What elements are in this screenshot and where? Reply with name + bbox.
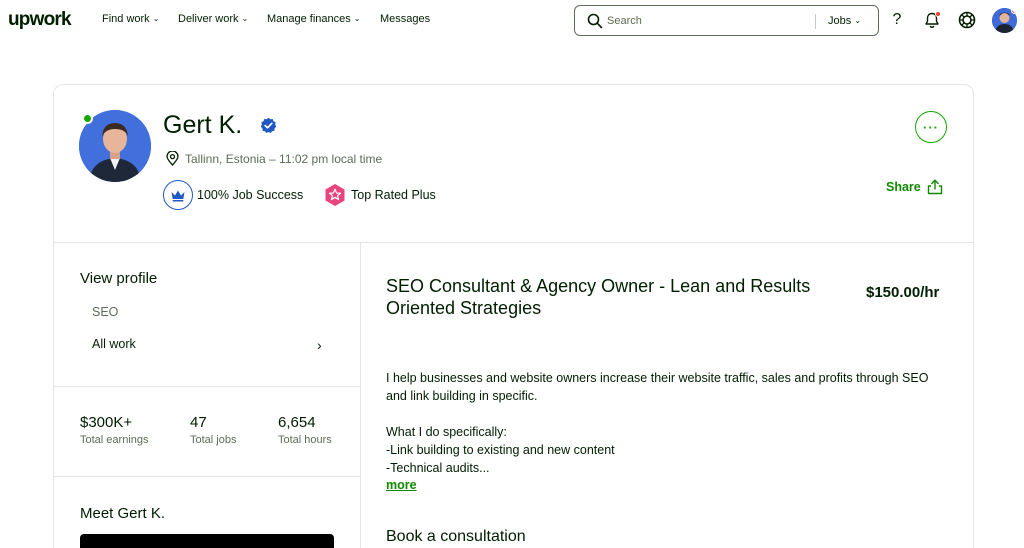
description-line bbox=[386, 405, 951, 423]
user-avatar[interactable] bbox=[992, 8, 1017, 33]
stat-total-jobs: 47 Total jobs bbox=[190, 414, 236, 446]
stat-value: $300K+ bbox=[80, 414, 133, 431]
stat-label: Total earnings bbox=[80, 434, 149, 446]
nav-manage-finances[interactable]: Manage finances ⌄ bbox=[267, 13, 360, 25]
nav-messages[interactable]: Messages bbox=[380, 13, 430, 25]
nav-manage-finances-label: Manage finances bbox=[267, 13, 351, 25]
more-options-button[interactable]: ··· bbox=[915, 111, 947, 143]
profile-headline: SEO Consultant & Agency Owner - Lean and… bbox=[386, 276, 811, 318]
divider bbox=[54, 476, 360, 477]
profile-description: I help businesses and website owners inc… bbox=[386, 369, 951, 477]
profile-specialty-seo[interactable]: SEO bbox=[92, 305, 118, 319]
hub-icon-glyph bbox=[958, 11, 976, 29]
notification-dot bbox=[1011, 8, 1017, 14]
search-divider bbox=[815, 14, 816, 29]
stat-value: 6,654 bbox=[278, 414, 316, 431]
stat-total-hours: 6,654 Total hours bbox=[278, 414, 332, 446]
upwork-logo[interactable]: upwork bbox=[8, 9, 72, 31]
top-navigation: upwork Find work ⌄ Deliver work ⌄ Manage f… bbox=[0, 0, 1024, 40]
top-rated-plus-badge: Top Rated Plus bbox=[323, 182, 436, 208]
chevron-down-icon: ⌄ bbox=[241, 14, 249, 23]
help-icon[interactable]: ? bbox=[887, 10, 907, 30]
hourly-rate: $150.00/hr bbox=[866, 284, 940, 301]
video-player[interactable] bbox=[80, 534, 334, 548]
nav-deliver-work-label: Deliver work bbox=[178, 13, 239, 25]
nav-messages-label: Messages bbox=[380, 13, 431, 25]
chevron-down-icon: ⌄ bbox=[854, 16, 862, 25]
nav-deliver-work[interactable]: Deliver work ⌄ bbox=[178, 13, 248, 25]
bell-icon[interactable] bbox=[922, 10, 942, 30]
search-input[interactable]: Search bbox=[607, 15, 642, 27]
description-line: -Link building to existing and new conte… bbox=[386, 443, 615, 457]
view-profile-heading: View profile bbox=[80, 270, 158, 287]
hub-icon[interactable] bbox=[957, 10, 977, 30]
profile-location: Tallinn, Estonia – 11:02 pm local time bbox=[166, 151, 382, 166]
chevron-right-icon[interactable]: › bbox=[317, 337, 322, 353]
search-icon bbox=[587, 13, 603, 29]
job-success-label: 100% Job Success bbox=[197, 188, 304, 202]
stat-total-earnings: $300K+ Total earnings bbox=[80, 414, 149, 446]
profile-name: Gert K. bbox=[163, 111, 243, 139]
online-status-dot bbox=[82, 113, 93, 124]
profile-specialty-all-work[interactable]: All work bbox=[92, 337, 136, 351]
meet-freelancer-heading: Meet Gert K. bbox=[80, 505, 166, 522]
search-scope-dropdown[interactable]: Jobs ⌄ bbox=[828, 15, 861, 27]
share-label: Share bbox=[886, 180, 921, 194]
notification-dot bbox=[935, 11, 941, 17]
search-bar[interactable]: Search Jobs ⌄ bbox=[574, 5, 879, 36]
divider bbox=[54, 242, 973, 243]
stat-label: Total hours bbox=[278, 434, 332, 446]
divider bbox=[54, 386, 360, 387]
chevron-down-icon: ⌄ bbox=[152, 14, 160, 23]
location-pin-icon bbox=[166, 151, 179, 166]
description-line: -Technical audits... bbox=[386, 461, 490, 475]
stat-value: 47 bbox=[190, 414, 207, 431]
nav-find-work[interactable]: Find work ⌄ bbox=[102, 13, 159, 25]
chevron-down-icon: ⌄ bbox=[353, 14, 361, 23]
nav-find-work-label: Find work bbox=[102, 13, 150, 25]
top-rated-plus-label: Top Rated Plus bbox=[351, 188, 436, 202]
top-rated-plus-icon bbox=[325, 184, 345, 206]
description-line: What I do specifically: bbox=[386, 425, 507, 439]
stat-label: Total jobs bbox=[190, 434, 237, 446]
job-success-badge: 100% Job Success bbox=[163, 180, 304, 210]
share-button[interactable]: Share bbox=[886, 179, 943, 195]
description-line: I help businesses and website owners inc… bbox=[386, 371, 929, 403]
search-scope-label: Jobs bbox=[828, 15, 852, 27]
divider bbox=[360, 243, 361, 548]
share-icon bbox=[927, 179, 942, 195]
book-consultation-heading: Book a consultation bbox=[386, 528, 526, 545]
crown-icon bbox=[163, 180, 193, 210]
more-link[interactable]: more bbox=[386, 478, 417, 492]
verified-badge-icon bbox=[260, 117, 277, 133]
location-text: Tallinn, Estonia – 11:02 pm local time bbox=[185, 151, 383, 166]
